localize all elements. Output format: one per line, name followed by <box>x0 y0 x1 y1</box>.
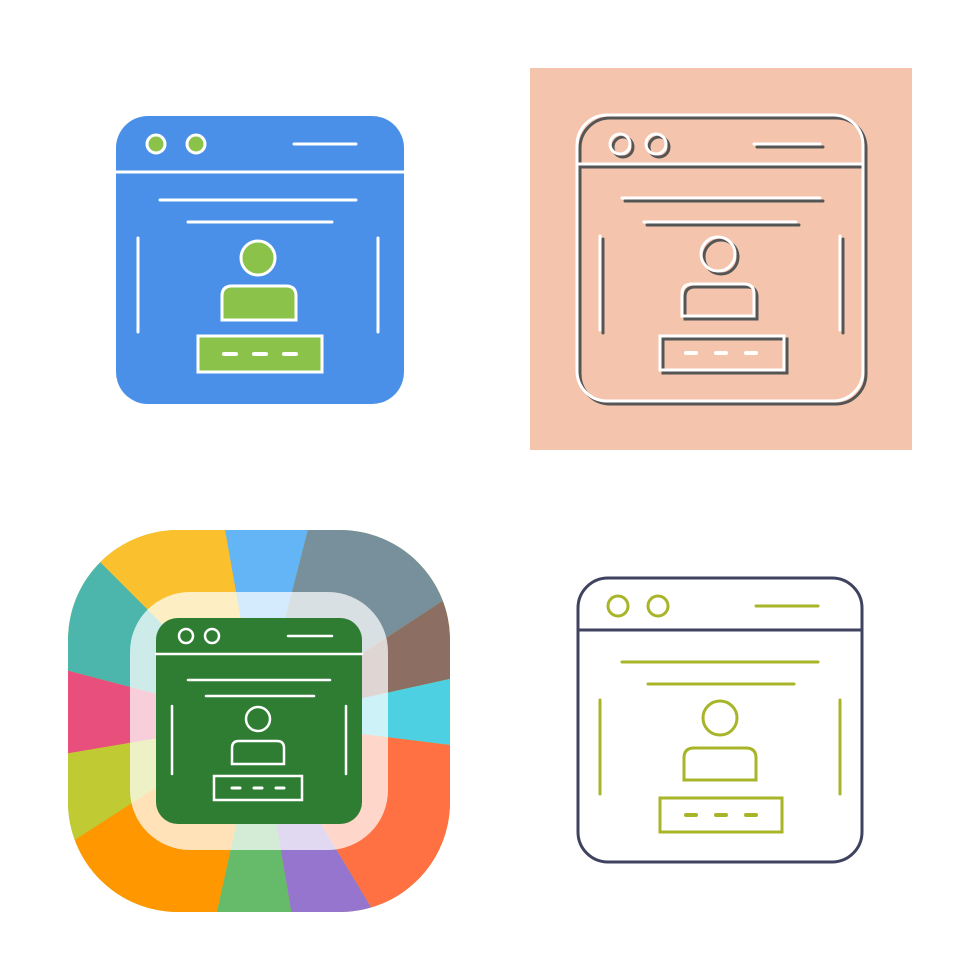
browser-frame <box>576 576 864 864</box>
glyph-web-login-icon <box>116 116 404 404</box>
user-icon <box>682 699 758 782</box>
window-dot-icon <box>185 133 207 155</box>
password-field-icon <box>658 796 784 834</box>
outline-web-login-icon <box>576 576 864 864</box>
tile-web-login-icon <box>530 68 912 450</box>
window-dot-icon <box>145 133 167 155</box>
password-field-icon <box>196 334 324 374</box>
window-dot-icon <box>606 594 630 618</box>
browser-frame <box>156 618 362 824</box>
palette-web-login-icon <box>68 530 450 912</box>
window-dot-icon <box>646 594 670 618</box>
